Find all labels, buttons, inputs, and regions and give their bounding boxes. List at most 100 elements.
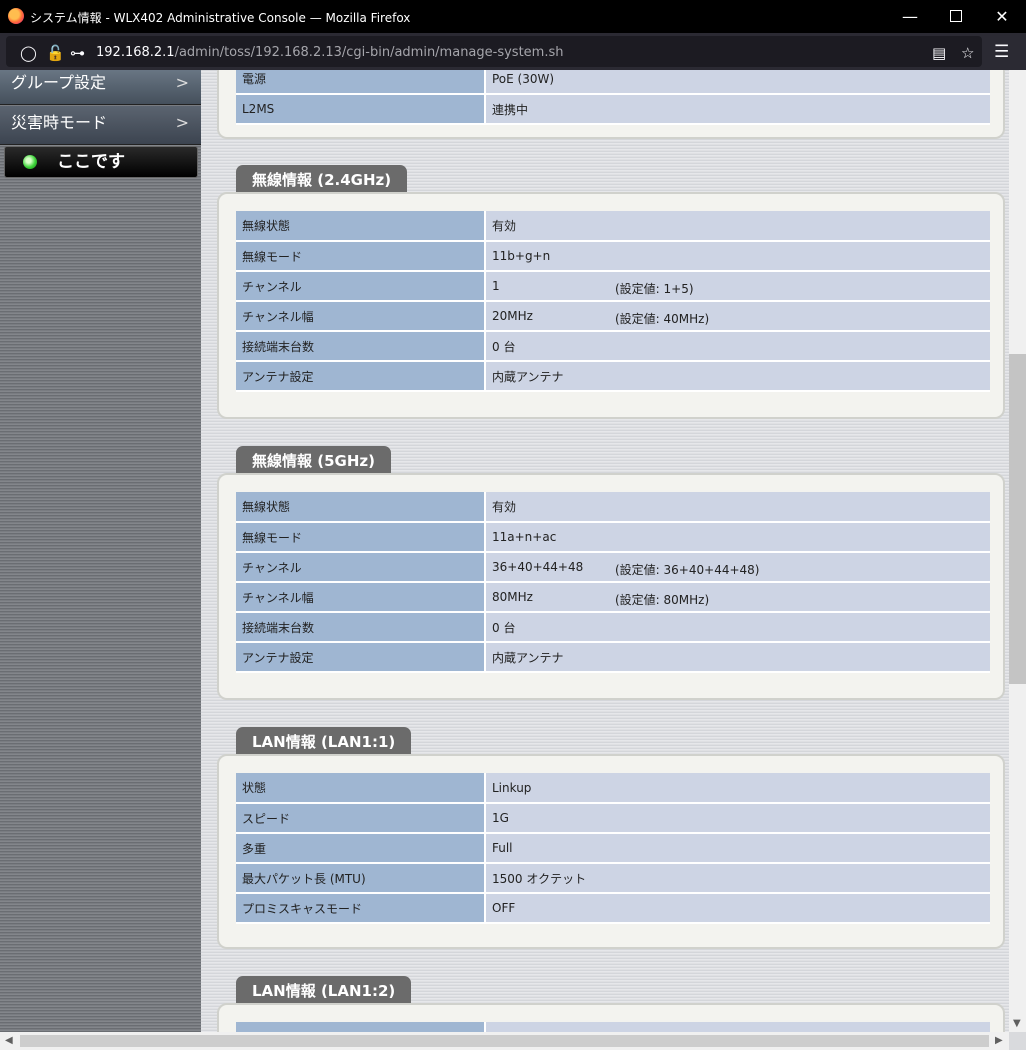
permissions-key-icon[interactable]: ⊶ xyxy=(70,44,85,62)
close-button[interactable]: ✕ xyxy=(979,0,1025,33)
row-key: 電源 xyxy=(236,70,486,95)
table-row: 接続端末台数 0 台 xyxy=(236,331,990,362)
row-key: 接続端末台数 xyxy=(236,331,486,362)
value-text: 20MHz xyxy=(492,309,533,323)
row-key: 無線状態 xyxy=(236,492,486,523)
wireless-24ghz-panel: 無線状態 有効 無線モード 11b+g+n チャンネル 1 (設定値: 1+5) チャン… xyxy=(217,192,1005,419)
row-value: 36+40+44+48 (設定値: 36+40+44+48) xyxy=(485,552,990,583)
system-info-panel: 電源 PoE (30W) L2MS 連携中 xyxy=(217,70,1005,139)
row-key: アンテナ設定 xyxy=(236,642,486,673)
wireless-5ghz-table: 無線状態 有効 無線モード 11a+n+ac チャンネル 36+40+44+48 (設定… xyxy=(236,492,990,673)
row-value: 内蔵アンテナ xyxy=(485,642,990,673)
scroll-right-arrow-icon[interactable]: ▶ xyxy=(995,1035,1003,1046)
sidebar-item-group-settings[interactable]: グループ設定 > xyxy=(0,70,201,105)
value-text: 有効 xyxy=(492,219,517,233)
value-text: 内蔵アンテナ xyxy=(492,650,564,665)
scroll-down-arrow-icon[interactable]: ▼ xyxy=(1013,1018,1021,1029)
scroll-left-arrow-icon[interactable]: ◀ xyxy=(5,1035,13,1046)
value-text: 36+40+44+48 xyxy=(492,560,584,574)
row-value: 80MHz (設定値: 80MHz) xyxy=(485,582,990,613)
value-text: 有効 xyxy=(492,500,517,514)
table-row: 電源 PoE (30W) xyxy=(236,70,990,95)
url-text[interactable]: 192.168.2.1/admin/toss/192.168.2.13/cgi-… xyxy=(96,45,563,60)
row-value: 有効 xyxy=(485,211,990,242)
value-text: 内蔵アンテナ xyxy=(492,369,564,384)
table-row: 多重 Full xyxy=(236,833,990,864)
setting-text: (設定値: 40MHz) xyxy=(615,312,710,326)
reader-view-icon[interactable]: ▤ xyxy=(932,44,946,62)
sidebar-item-label: グループ設定 xyxy=(11,73,107,92)
setting-text: (設定値: 80MHz) xyxy=(615,593,710,607)
table-row: 無線モード 11b+g+n xyxy=(236,241,990,272)
table-row: アンテナ設定 内蔵アンテナ xyxy=(236,361,990,392)
horizontal-scrollbar-thumb[interactable] xyxy=(20,1035,989,1047)
table-row: 無線モード 11a+n+ac xyxy=(236,522,990,553)
row-key: 接続端末台数 xyxy=(236,612,486,643)
wireless-5ghz-panel: 無線状態 有効 無線モード 11a+n+ac チャンネル 36+40+44+48 (設定… xyxy=(217,473,1005,700)
main-content: 電源 PoE (30W) L2MS 連携中 無線情報 (2.4GHz) 無線状態… xyxy=(201,70,1009,1050)
row-value: 20MHz (設定値: 40MHz) xyxy=(485,301,990,332)
firefox-icon xyxy=(8,8,24,24)
insecure-lock-icon[interactable]: 🔓 xyxy=(46,44,65,62)
section-tab-lan1-1: LAN情報 (LAN1:1) xyxy=(236,727,412,755)
row-key: L2MS xyxy=(236,94,486,125)
row-value: 内蔵アンテナ xyxy=(485,361,990,392)
table-row: 無線状態 有効 xyxy=(236,492,990,523)
section-tab-lan1-2: LAN情報 (LAN1:2) xyxy=(236,976,412,1004)
sidebar-item-disaster-mode[interactable]: 災害時モード > xyxy=(0,106,201,145)
window-title: システム情報 - WLX402 Administrative Console —… xyxy=(30,11,411,25)
vertical-scrollbar-thumb[interactable] xyxy=(1009,354,1026,684)
table-row: 無線状態 有効 xyxy=(236,211,990,242)
row-value: 有効 xyxy=(485,492,990,523)
lan1-1-table: 状態 Linkup スピード 1G 多重 Full 最大パケット長 (MTU) 1500… xyxy=(236,773,990,924)
app-menu-icon[interactable]: ☰ xyxy=(994,42,1009,62)
table-row: 接続端末台数 0 台 xyxy=(236,612,990,643)
green-led-icon xyxy=(23,155,37,169)
value-text: 11a+n+ac xyxy=(492,530,557,544)
row-value: 11a+n+ac xyxy=(485,522,990,553)
shield-icon[interactable]: ◯ xyxy=(20,44,37,62)
section-tab-wireless-5ghz: 無線情報 (5GHz) xyxy=(236,446,391,474)
row-key: 多重 xyxy=(236,833,486,864)
table-row: 最大パケット長 (MTU) 1500 オクテット xyxy=(236,863,990,894)
table-row: スピード 1G xyxy=(236,803,990,834)
setting-text: (設定値: 1+5) xyxy=(615,282,694,296)
row-key: プロミスキャスモード xyxy=(236,893,486,924)
url-bar[interactable]: ◯ 🔓 ⊶ 192.168.2.1/admin/toss/192.168.2.1… xyxy=(6,36,982,67)
sidebar-item-label: 災害時モード xyxy=(11,113,108,132)
chevron-right-icon: > xyxy=(175,113,189,132)
row-value: 1500 オクテット xyxy=(485,863,990,894)
table-row: チャンネル幅 80MHz (設定値: 80MHz) xyxy=(236,582,990,613)
row-value: 0 台 xyxy=(485,612,990,643)
setting-text: (設定値: 36+40+44+48) xyxy=(615,563,760,577)
table-row: プロミスキャスモード OFF xyxy=(236,893,990,924)
lan1-1-panel: 状態 Linkup スピード 1G 多重 Full 最大パケット長 (MTU) 1500… xyxy=(217,754,1005,949)
row-value: 1G xyxy=(485,803,990,834)
value-text: 80MHz xyxy=(492,590,533,604)
navigation-toolbar: ◯ 🔓 ⊶ 192.168.2.1/admin/toss/192.168.2.1… xyxy=(0,33,1026,70)
here-button[interactable]: ここです xyxy=(4,146,198,178)
maximize-button[interactable] xyxy=(933,0,979,33)
value-text: 0 台 xyxy=(492,339,516,354)
row-key: 状態 xyxy=(236,773,486,804)
row-value: 0 台 xyxy=(485,331,990,362)
row-value: Linkup xyxy=(485,773,990,804)
window-titlebar: システム情報 - WLX402 Administrative Console —… xyxy=(0,0,1026,33)
row-key: チャンネル幅 xyxy=(236,301,486,332)
row-key: チャンネル xyxy=(236,552,486,583)
value-text: 0 台 xyxy=(492,620,516,635)
row-key: スピード xyxy=(236,803,486,834)
url-path: /admin/toss/192.168.2.13/cgi-bin/admin/m… xyxy=(174,45,564,60)
page-viewport: グループ設定 > 災害時モード > ここです 電源 PoE (30W) L2MS… xyxy=(0,70,1026,1050)
url-host: 192.168.2.1 xyxy=(96,45,175,60)
row-key: チャンネル xyxy=(236,271,486,302)
value-text: 11b+g+n xyxy=(492,249,551,263)
wireless-24ghz-table: 無線状態 有効 無線モード 11b+g+n チャンネル 1 (設定値: 1+5) チャン… xyxy=(236,211,990,392)
minimize-button[interactable]: — xyxy=(887,0,933,33)
sidebar: グループ設定 > 災害時モード > ここです xyxy=(0,70,201,1032)
here-label: ここです xyxy=(57,152,125,172)
row-key: アンテナ設定 xyxy=(236,361,486,392)
table-row: チャンネル 36+40+44+48 (設定値: 36+40+44+48) xyxy=(236,552,990,583)
bookmark-star-icon[interactable]: ☆ xyxy=(961,44,974,62)
row-key: チャンネル幅 xyxy=(236,582,486,613)
